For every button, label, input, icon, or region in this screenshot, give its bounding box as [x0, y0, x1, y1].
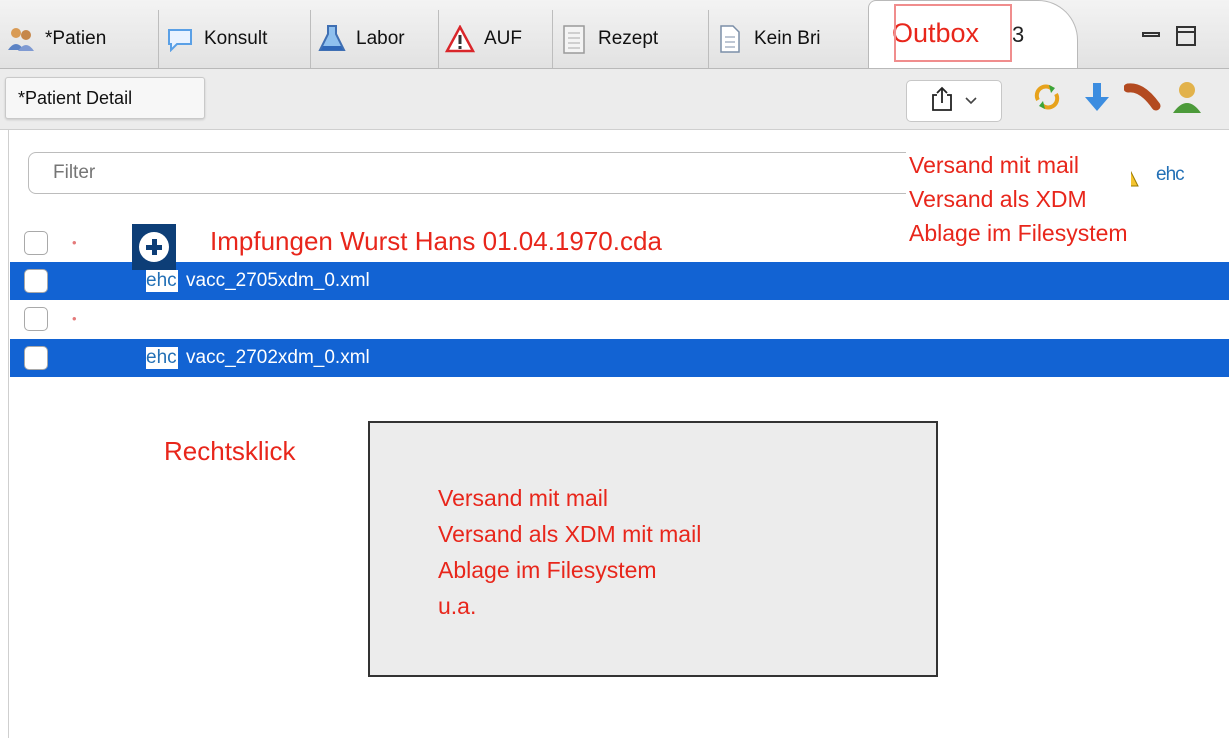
- context-menu-items: Versand mit mail Versand als XDM mit mai…: [438, 480, 701, 624]
- context-menu-item[interactable]: Versand als XDM mit mail: [438, 516, 701, 552]
- tab-outbox-suffix: 3: [1012, 22, 1025, 47]
- row-checkbox[interactable]: [24, 269, 48, 293]
- row-checkbox[interactable]: [24, 307, 48, 331]
- flask-icon: [317, 24, 347, 54]
- context-menu-item[interactable]: u.a.: [438, 588, 701, 624]
- chevron-down-icon: [965, 92, 977, 110]
- tab-label: Konsult: [204, 28, 268, 49]
- warning-triangle-icon: [445, 24, 475, 54]
- ehc-icon: ehc: [146, 270, 178, 292]
- list-item[interactable]: ehc vacc_2702xdm_0.xml: [10, 339, 1229, 377]
- status-dot: •: [72, 235, 77, 250]
- share-dropdown-button[interactable]: [906, 80, 1002, 122]
- annotation-line: Versand mit mail: [909, 152, 1080, 178]
- row-checkbox[interactable]: [24, 231, 48, 255]
- tab-label: Labor: [356, 28, 405, 49]
- tab-labor[interactable]: Labor: [310, 10, 405, 68]
- download-arrow-icon[interactable]: [1078, 78, 1116, 116]
- row-checkbox[interactable]: [24, 346, 48, 370]
- status-dot: •: [72, 311, 77, 326]
- file-name: vacc_2705xdm_0.xml: [186, 270, 370, 291]
- list-item[interactable]: •: [10, 300, 1229, 338]
- tab-label: AUF: [484, 28, 522, 49]
- tab-kein-bri[interactable]: Kein Bri: [708, 10, 821, 68]
- notepad-icon: [559, 24, 589, 54]
- file-name: vacc_2702xdm_0.xml: [186, 347, 370, 368]
- user-icon[interactable]: [1168, 78, 1206, 116]
- context-menu-item[interactable]: Versand mit mail: [438, 480, 701, 516]
- tab-label: Kein Bri: [754, 28, 821, 49]
- minimize-button[interactable]: [1142, 32, 1160, 37]
- tab-rezept[interactable]: Rezept: [552, 10, 658, 68]
- tab-label: Rezept: [598, 28, 659, 49]
- annotation-impfungen: Impfungen Wurst Hans 01.04.1970.cda: [206, 226, 666, 257]
- tab-label: *Patien: [45, 28, 107, 49]
- patient-detail-tab[interactable]: *Patient Detail: [5, 77, 205, 119]
- context-menu-item[interactable]: Ablage im Filesystem: [438, 552, 701, 588]
- annotation-rechtsklick: Rechtsklick: [164, 436, 296, 466]
- ehc-badge: ehc: [1156, 164, 1185, 185]
- tab-konsult[interactable]: Konsult: [158, 10, 267, 68]
- tab-auf[interactable]: AUF: [438, 10, 522, 68]
- tab-patient[interactable]: *Patien: [0, 10, 106, 68]
- tab-bar: *Patien Konsult Labor AUF Rezept Kein Br…: [0, 0, 1229, 69]
- ehc-icon: ehc: [146, 347, 178, 369]
- list-item[interactable]: ehc vacc_2705xdm_0.xml: [10, 262, 1229, 300]
- plus-icon[interactable]: [132, 224, 176, 270]
- annotation-line: Versand als XDM: [909, 186, 1087, 212]
- sausage-icon[interactable]: [1124, 78, 1162, 116]
- refresh-arrows-icon[interactable]: [1028, 78, 1066, 116]
- share-button-highlight: [894, 4, 1012, 62]
- maximize-button[interactable]: [1176, 26, 1196, 46]
- patient-icon: [6, 24, 36, 54]
- speech-bubble-icon: [165, 24, 195, 54]
- share-icon: [931, 86, 953, 117]
- document-icon: [715, 24, 745, 54]
